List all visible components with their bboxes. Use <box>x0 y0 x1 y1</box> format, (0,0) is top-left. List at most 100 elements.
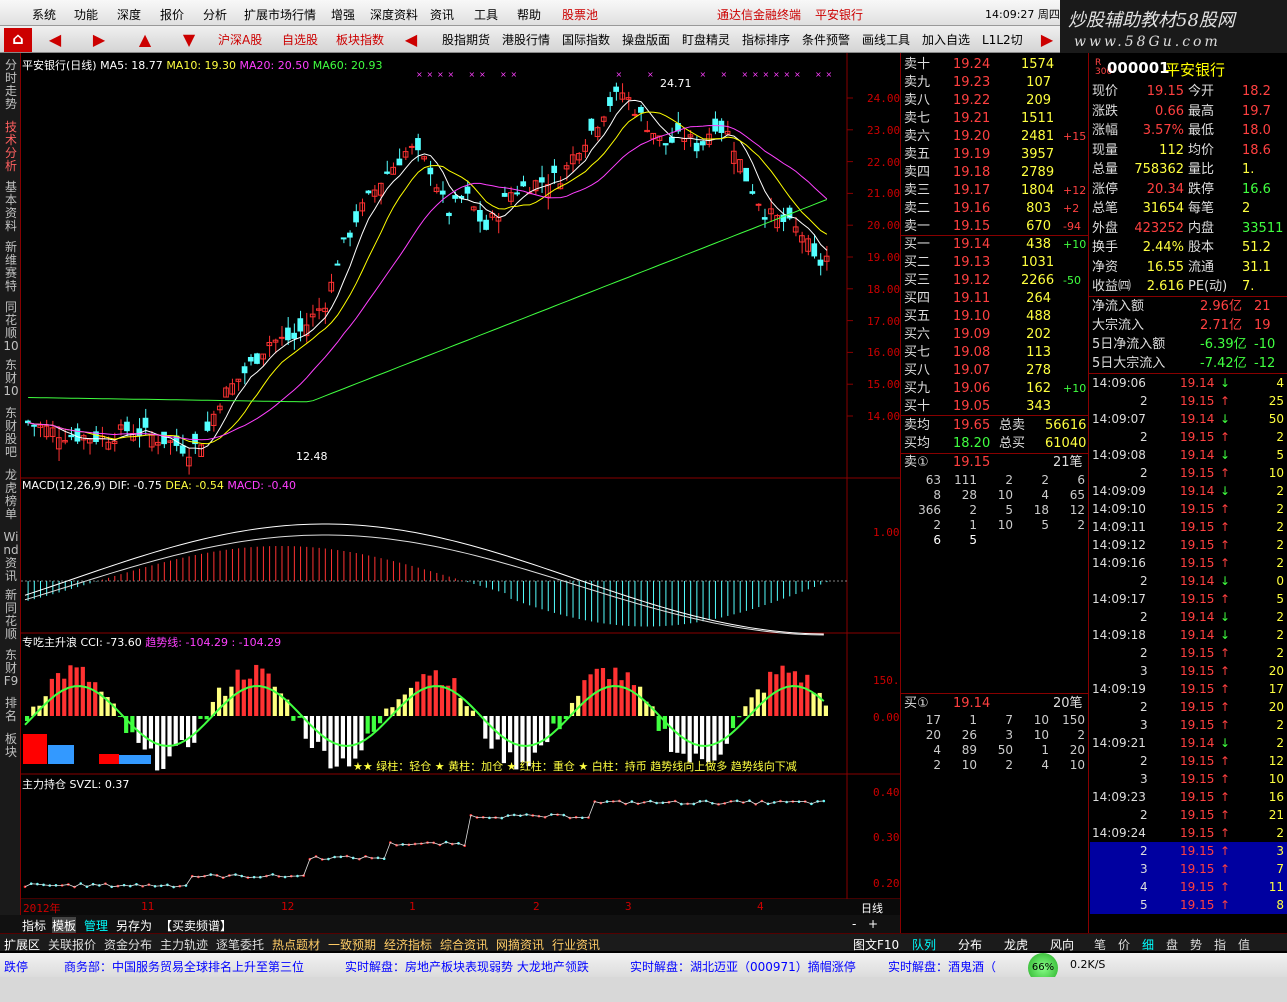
ask-row[interactable]: 卖八 19.22 209 <box>903 92 1086 110</box>
tb-monitor[interactable]: 盯盘精灵 <box>682 30 730 50</box>
sidebar-item-new-ths[interactable]: 新同花顺 <box>3 589 19 641</box>
arrow-up-icon[interactable]: ▲ <box>134 29 156 51</box>
ext-tab[interactable]: 逐笔委托 <box>216 936 264 953</box>
bid-row[interactable]: 买七 19.08 113 <box>903 344 1086 362</box>
detail-tab[interactable]: 值 <box>1238 936 1250 953</box>
arrow-right-icon[interactable]: ▶ <box>88 29 110 51</box>
tab-indicator[interactable]: 指标 <box>22 917 46 934</box>
menu-analysis[interactable]: 分析 <box>203 6 227 23</box>
detail-tab[interactable]: 盘 <box>1166 936 1178 953</box>
menu-function[interactable]: 功能 <box>74 6 98 23</box>
menu-quote[interactable]: 报价 <box>160 6 184 23</box>
ask-row[interactable]: 卖五 19.19 3957 <box>903 146 1086 164</box>
arrow-down-icon[interactable]: ▼ <box>178 29 200 51</box>
tab-save-as[interactable]: 另存为 <box>116 917 152 934</box>
chart-f10-tab[interactable]: 图文F10 <box>853 936 899 953</box>
tb-layout[interactable]: 操盘版面 <box>622 30 670 50</box>
news-ticker[interactable]: 跌停 商务部：中国服务贸易全球排名上升至第三位 实时解盘：房地产板块表现弱势 大… <box>0 953 1287 983</box>
detail-tab[interactable]: 势 <box>1190 936 1202 953</box>
ext-tab[interactable]: 主力轨迹 <box>160 936 208 953</box>
tb-sector-index[interactable]: 板块指数 <box>336 30 384 50</box>
menu-help[interactable]: 帮助 <box>517 6 541 23</box>
ticker-item[interactable]: 实时解盘：湖北迈亚（000971）摘帽涨停 <box>630 958 856 975</box>
ask-row[interactable]: 卖七 19.21 1511 <box>903 110 1086 128</box>
bid-row[interactable]: 买四 19.11 264 <box>903 290 1086 308</box>
detail-tab[interactable]: 笔 <box>1094 936 1106 953</box>
ask-row[interactable]: 卖六 19.20 2481 +15 <box>903 128 1086 146</box>
sidebar-item-dcf9[interactable]: 东财F9 <box>3 649 19 688</box>
ext-tab[interactable]: 网摘资讯 <box>496 936 544 953</box>
bid-row[interactable]: 买二 19.13 1031 <box>903 254 1086 272</box>
right-tab-distribution[interactable]: 分布 <box>958 936 982 953</box>
ext-tab[interactable]: 热点题材 <box>272 936 320 953</box>
bid-row[interactable]: 买五 19.10 488 <box>903 308 1086 326</box>
ext-tab[interactable]: 资金分布 <box>104 936 152 953</box>
tb-intl-index[interactable]: 国际指数 <box>562 30 610 50</box>
arrow-left-icon[interactable]: ◀ <box>44 29 66 51</box>
ask-row[interactable]: 卖二 19.16 803 +2 <box>903 200 1086 218</box>
ask-row[interactable]: 卖一 19.15 670 -94 <box>903 218 1086 236</box>
ask-row[interactable]: 卖九 19.23 107 <box>903 74 1086 92</box>
zoom-minus-icon[interactable]: - <box>852 917 856 931</box>
sidebar-item-xinweisaite[interactable]: 新维赛特 <box>3 241 19 293</box>
sidebar-item-intraday[interactable]: 分时走势 <box>3 59 19 111</box>
ext-tab[interactable]: 关联报价 <box>48 936 96 953</box>
sidebar-item-sector[interactable]: 板块 <box>3 733 19 759</box>
menu-tools[interactable]: 工具 <box>474 6 498 23</box>
bid-row[interactable]: 买一 19.14 438 +10 <box>903 236 1086 254</box>
bid-row[interactable]: 买八 19.07 278 <box>903 362 1086 380</box>
menu-depth[interactable]: 深度 <box>117 6 141 23</box>
tb-add-watchlist[interactable]: 加入自选 <box>922 30 970 50</box>
sidebar-item-dc10[interactable]: 东财10 <box>3 359 19 398</box>
tb-index-futures[interactable]: 股指期货 <box>442 30 490 50</box>
tb-hs-a-shares[interactable]: 沪深A股 <box>218 30 262 50</box>
ask-row[interactable]: 卖四 19.18 2789 <box>903 164 1086 182</box>
detail-tab[interactable]: 细 <box>1142 936 1154 953</box>
ticker-item[interactable]: 跌停 <box>4 958 28 975</box>
right-tab-wind[interactable]: 风向 <box>1050 936 1074 953</box>
tb-watchlist[interactable]: 自选股 <box>282 30 318 50</box>
menu-stock-pool[interactable]: 股票池 <box>562 6 598 23</box>
arrow-right-icon[interactable]: ▶ <box>1036 29 1058 51</box>
detail-tab[interactable]: 价 <box>1118 936 1130 953</box>
ticker-item[interactable]: 实时解盘：房地产板块表现弱势 大龙地产领跌 <box>345 958 589 975</box>
tab-trade-spectrum[interactable]: 【买卖频谱】 <box>160 917 232 934</box>
tb-indicator-sort[interactable]: 指标排序 <box>742 30 790 50</box>
menu-enhance[interactable]: 增强 <box>331 6 355 23</box>
ext-tab[interactable]: 行业资讯 <box>552 936 600 953</box>
sidebar-item-fundamentals[interactable]: 基本资料 <box>3 181 19 233</box>
tb-alert[interactable]: 条件预警 <box>802 30 850 50</box>
ticker-item[interactable]: 实时解盘：酒鬼酒（ <box>888 958 996 975</box>
tb-draw-tools[interactable]: 画线工具 <box>862 30 910 50</box>
detail-tab[interactable]: 指 <box>1214 936 1226 953</box>
ask-row[interactable]: 卖十 19.24 1574 <box>903 56 1086 74</box>
ticker-item[interactable]: 商务部：中国服务贸易全球排名上升至第三位 <box>64 958 304 975</box>
bid-row[interactable]: 买六 19.09 202 <box>903 326 1086 344</box>
ext-tab[interactable]: 综合资讯 <box>440 936 488 953</box>
menu-system[interactable]: 系统 <box>32 6 56 23</box>
ext-tab[interactable]: 一致预期 <box>328 936 376 953</box>
bid-row[interactable]: 买十 19.05 343 <box>903 398 1086 416</box>
sidebar-item-rank[interactable]: 排名 <box>3 697 19 723</box>
menu-news[interactable]: 资讯 <box>430 6 454 23</box>
right-tab-dragon[interactable]: 龙虎 <box>1004 936 1028 953</box>
ext-tab[interactable]: 扩展区 <box>4 936 40 953</box>
bid-row[interactable]: 买九 19.06 162 +10 <box>903 380 1086 398</box>
menu-extended-market[interactable]: 扩展市场行情 <box>244 6 316 23</box>
bid-row[interactable]: 买三 19.12 2266 -50 <box>903 272 1086 290</box>
sidebar-item-guba[interactable]: 东财股吧 <box>3 407 19 459</box>
zoom-plus-icon[interactable]: + <box>868 917 878 931</box>
tb-l1l2-switch[interactable]: L1L2切 <box>982 30 1023 50</box>
home-icon[interactable]: ⌂ <box>4 28 32 52</box>
arrow-left-icon[interactable]: ◀ <box>400 29 422 51</box>
tab-manage[interactable]: 管理 <box>84 917 108 934</box>
sidebar-item-technical[interactable]: 技术分析 <box>3 121 19 173</box>
ext-tab[interactable]: 经济指标 <box>384 936 432 953</box>
sidebar-item-ths10[interactable]: 同花顺10 <box>3 301 19 353</box>
ask-row[interactable]: 卖三 19.17 1804 +12 <box>903 182 1086 200</box>
tb-hk-stocks[interactable]: 港股行情 <box>502 30 550 50</box>
right-tab-queue[interactable]: 队列 <box>912 936 936 953</box>
sidebar-item-wind[interactable]: Wind资讯 <box>3 531 19 583</box>
sidebar-item-lhb[interactable]: 龙虎榜单 <box>3 469 19 521</box>
tab-template[interactable]: 模板 <box>52 917 77 934</box>
